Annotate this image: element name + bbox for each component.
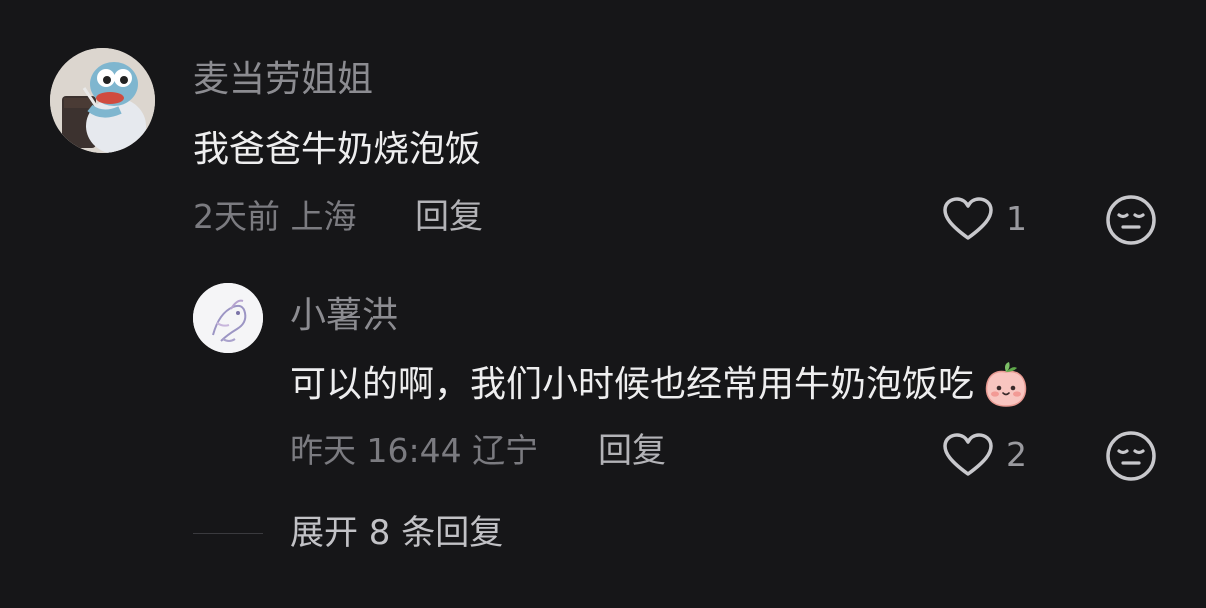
comment-like-count: 1 [1006, 199, 1027, 238]
comment-username[interactable]: 麦当劳姐姐 [193, 58, 373, 102]
comment-avatar[interactable] [50, 48, 155, 153]
comment-text: 我爸爸牛奶烧泡饭 [193, 129, 482, 170]
comment-reply-button[interactable]: 回复 [415, 197, 483, 237]
comment-dislike-button[interactable] [1105, 194, 1157, 246]
neutral-face-icon [1106, 195, 1156, 245]
neutral-face-icon [1106, 431, 1156, 481]
reply-time-location: 昨天 16:44 辽宁 [290, 431, 539, 470]
comment-like-button[interactable]: 1 [942, 194, 1032, 244]
reply-dislike-button[interactable] [1105, 430, 1157, 482]
reply-text-line: 可以的啊，我们小时候也经常用牛奶泡饭吃 [290, 360, 1031, 408]
peach-face-emoji-icon [985, 362, 1027, 407]
reply-reply-button[interactable]: 回复 [598, 431, 666, 471]
reply-avatar[interactable] [193, 283, 263, 353]
cartoon-mascot-avatar-icon [50, 48, 155, 153]
expand-replies-button[interactable]: 展开 8 条回复 [290, 513, 503, 553]
reply-like-button[interactable]: 2 [942, 430, 1032, 480]
reply-like-count: 2 [1006, 435, 1027, 474]
expand-divider [193, 533, 263, 534]
heart-outline-icon [943, 433, 993, 476]
reply-username[interactable]: 小薯洪 [290, 294, 398, 338]
comment-time-location: 2天前 上海 [193, 197, 357, 236]
heart-outline-icon [943, 197, 993, 240]
reply-text: 可以的啊，我们小时候也经常用牛奶泡饭吃 [290, 364, 975, 405]
sketch-drawing-avatar-icon [193, 283, 263, 353]
